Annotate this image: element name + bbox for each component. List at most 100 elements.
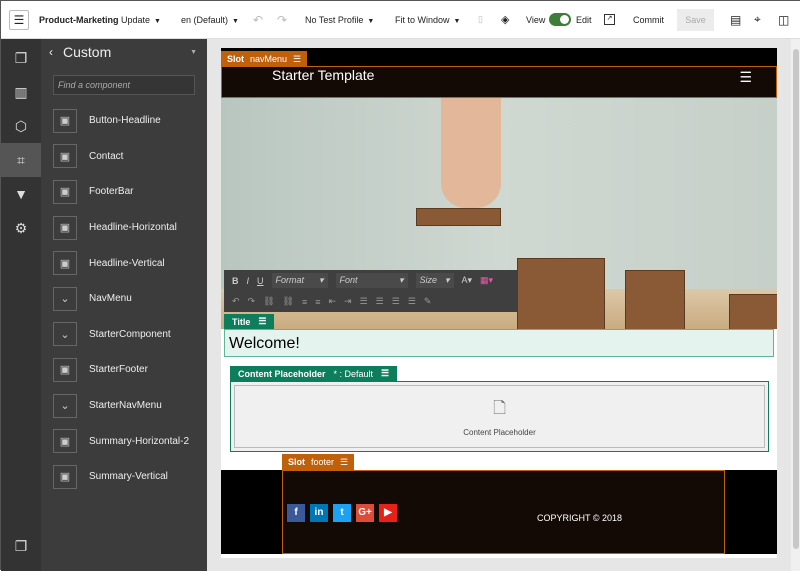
component-label: Contact [89,150,124,162]
component-search-input[interactable]: Find a component [53,75,195,95]
align-right-icon[interactable]: ☰ [392,296,400,307]
component-label: StarterComponent [89,328,171,340]
component-item[interactable]: ▣ Contact [41,139,207,175]
bold-button[interactable]: B [232,276,239,286]
layout-icon: ▣ [53,144,77,169]
component-item[interactable]: ▣ Summary-Vertical [41,459,207,495]
crop-icon[interactable]: ⌗ [1,143,41,177]
tab-menu-icon[interactable]: ☰ [258,316,266,327]
footer-slot-tab[interactable]: Slot footer ☰ [282,454,355,470]
slot-menu-icon[interactable]: ☰ [293,54,301,65]
component-item[interactable]: ▣ FooterBar [41,174,207,210]
panel-toggle-icon[interactable]: ◫ [778,13,789,27]
update-label: Update [121,14,151,25]
linkedin-icon[interactable]: in [310,503,328,522]
font-select[interactable]: Font ▾ [335,273,408,288]
content-placeholder-tab[interactable]: Content Placeholder * : Default ☰ [230,366,398,381]
components-cube-icon[interactable]: ⬡ [1,109,41,143]
page-preview: Starter Template ☰ Slot navMenu ☰ BIU Forma… [221,48,777,558]
fit-dropdown[interactable]: Fit to Window ▼ [395,15,460,25]
slot-menu-icon[interactable]: ☰ [340,457,348,468]
test-profile-dropdown[interactable]: No Test Profile ▼ [305,15,374,25]
top-toolbar: ☰ Product-Marketing Update ▼ en (Default)… [1,1,800,39]
component-item[interactable]: ⌄ StarterNavMenu [41,388,207,424]
slot-name: footer [311,457,335,467]
scrollbar[interactable] [791,39,800,571]
redo-icon[interactable]: ↷ [248,296,256,307]
content-placeholder[interactable]: 🗋 Content Placeholder [230,381,769,452]
size-select[interactable]: Size ▾ [415,273,454,288]
italic-button[interactable]: I [247,276,250,286]
layout-columns-icon[interactable]: ▥ [1,75,41,109]
component-item[interactable]: ▣ Headline-Horizontal [41,210,207,246]
bullet-list-icon[interactable]: ≡ [315,297,320,307]
panel-header[interactable]: ‹ Custom ▼ [41,39,207,65]
settings-gear-icon[interactable]: ⚙ [1,211,41,245]
content-tab-label: Content Placeholder [238,368,326,379]
footer-section[interactable]: f in t G+ ▶ COPYRIGHT © 2018 [221,470,777,554]
nav-menu-section[interactable]: Starter Template ☰ Slot navMenu ☰ [221,48,777,98]
component-item[interactable]: ⌄ StarterComponent [41,317,207,353]
location-icon[interactable]: ⌖ [754,12,761,27]
youtube-icon[interactable]: ▶ [379,503,397,522]
title-tab[interactable]: Title ☰ [224,314,275,329]
sidebar-rail: ❐ ▥ ⬡ ⌗ ▼ ⚙ ❐ [1,39,41,571]
undo-icon[interactable]: ↶ [232,296,240,307]
layout-icon: ▣ [53,429,77,454]
twitter-icon[interactable]: t [333,503,351,522]
tag-icon[interactable]: ◈ [501,13,509,26]
redo-icon[interactable]: ↷ [277,13,287,27]
undo-icon[interactable]: ↶ [253,13,263,27]
nav-slot-tab[interactable]: Slot navMenu ☰ [221,51,308,67]
comments-icon[interactable]: ▤ [730,13,741,27]
component-item[interactable]: ▣ Button-Headline [41,103,207,139]
component-item[interactable]: ▣ StarterFooter [41,352,207,388]
chevron-circle-icon: ⌄ [53,393,77,418]
component-item[interactable]: ⌄ NavMenu [41,281,207,317]
chevron-circle-icon: ⌄ [53,322,77,347]
align-center-icon[interactable]: ☰ [376,296,384,307]
welcome-title[interactable]: Welcome! [224,329,774,357]
device-icon[interactable]: ▯ [478,14,483,25]
component-label: StarterNavMenu [89,400,162,412]
update-dropdown[interactable]: Update ▼ [121,15,161,25]
commit-button[interactable]: Commit [633,15,664,25]
component-item[interactable]: ▣ Headline-Vertical [41,245,207,281]
indent-icon[interactable]: ⇥ [344,296,352,307]
back-chevron-icon[interactable]: ‹ [49,45,53,59]
preview-icon[interactable]: ↗ [604,14,615,25]
copyright-text: COPYRIGHT © 2018 [537,513,622,523]
pages-icon[interactable]: ❐ [1,41,41,75]
component-label: Headline-Vertical [89,257,165,269]
underline-button[interactable]: U [257,276,264,286]
layout-icon: ▣ [53,357,77,382]
theme-brush-icon[interactable]: ▼ [1,177,41,211]
slot-label: Slot [227,54,244,64]
menu-button[interactable]: ☰ [9,10,29,30]
unlink-icon[interactable]: ⛓ [283,296,294,307]
site-name: Product-Marketing [39,14,119,25]
layout-icon: ▣ [53,251,77,276]
copy-icon[interactable]: ❐ [1,529,41,563]
hamburger-icon[interactable]: ☰ [739,69,752,86]
format-select[interactable]: Format ▾ [271,273,328,288]
view-edit-toggle[interactable] [549,13,571,26]
background-color-icon[interactable]: ▦▾ [480,275,493,286]
chevron-down-icon[interactable]: ▼ [190,49,197,56]
fit-label: Fit to Window [395,14,450,25]
justify-icon[interactable]: ☰ [408,296,416,307]
link-icon[interactable]: ⛓ [263,296,274,307]
facebook-icon[interactable]: f [287,503,305,522]
text-color-icon[interactable]: A▾ [462,275,473,286]
numbered-list-icon[interactable]: ≡ [302,297,307,307]
tab-menu-icon[interactable]: ☰ [381,368,389,379]
language-dropdown[interactable]: en (Default) ▼ [181,15,239,25]
save-button[interactable]: Save [677,9,714,31]
clear-format-icon[interactable]: ✎ [424,296,432,307]
component-item[interactable]: ▣ Summary-Horizontal-2 [41,423,207,459]
site-title[interactable]: Starter Template [272,67,374,83]
googleplus-icon[interactable]: G+ [356,503,374,522]
align-left-icon[interactable]: ☰ [360,296,368,307]
social-icons: f in t G+ ▶ [287,502,402,522]
outdent-icon[interactable]: ⇤ [329,296,337,307]
